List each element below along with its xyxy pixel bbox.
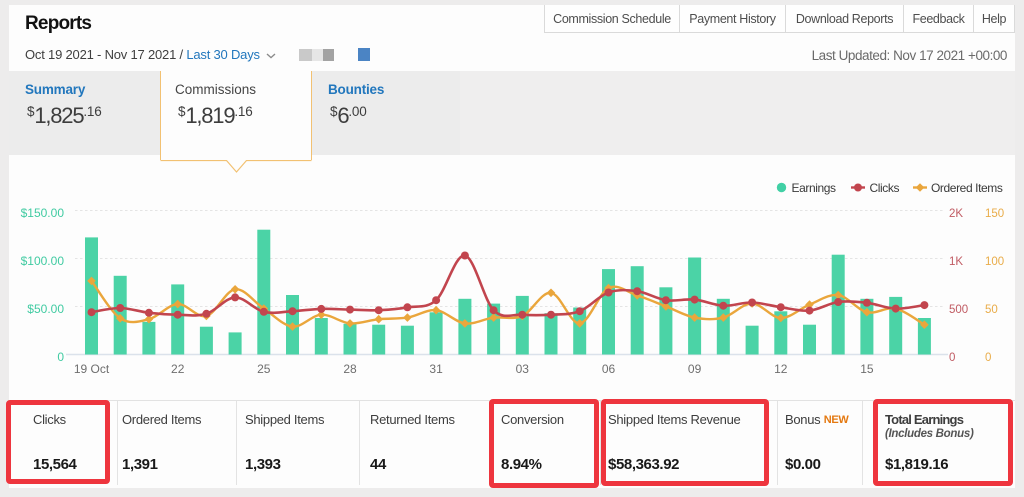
- svg-text:06: 06: [602, 362, 616, 376]
- svg-text:100: 100: [985, 256, 1004, 268]
- svg-text:150: 150: [985, 208, 1004, 220]
- svg-text:19 Oct: 19 Oct: [74, 362, 110, 376]
- svg-text:$100.00: $100.00: [21, 254, 65, 268]
- svg-text:50: 50: [985, 304, 998, 316]
- svg-text:15: 15: [860, 362, 874, 376]
- svg-text:28: 28: [343, 362, 357, 376]
- svg-text:0: 0: [985, 352, 991, 364]
- svg-text:0: 0: [949, 352, 955, 364]
- svg-text:0: 0: [57, 350, 64, 364]
- svg-text:$150.00: $150.00: [21, 206, 65, 220]
- svg-text:09: 09: [688, 362, 702, 376]
- svg-text:$50.00: $50.00: [27, 302, 64, 316]
- svg-text:2K: 2K: [949, 208, 963, 220]
- svg-text:1K: 1K: [949, 256, 963, 268]
- svg-text:Earnings: Earnings: [792, 181, 837, 195]
- svg-text:31: 31: [429, 362, 443, 376]
- svg-text:Ordered Items: Ordered Items: [931, 181, 1003, 195]
- svg-text:500: 500: [949, 304, 968, 316]
- svg-text:03: 03: [516, 362, 530, 376]
- svg-text:Clicks: Clicks: [870, 181, 900, 195]
- svg-text:25: 25: [257, 362, 271, 376]
- svg-text:22: 22: [171, 362, 185, 376]
- svg-text:12: 12: [774, 362, 788, 376]
